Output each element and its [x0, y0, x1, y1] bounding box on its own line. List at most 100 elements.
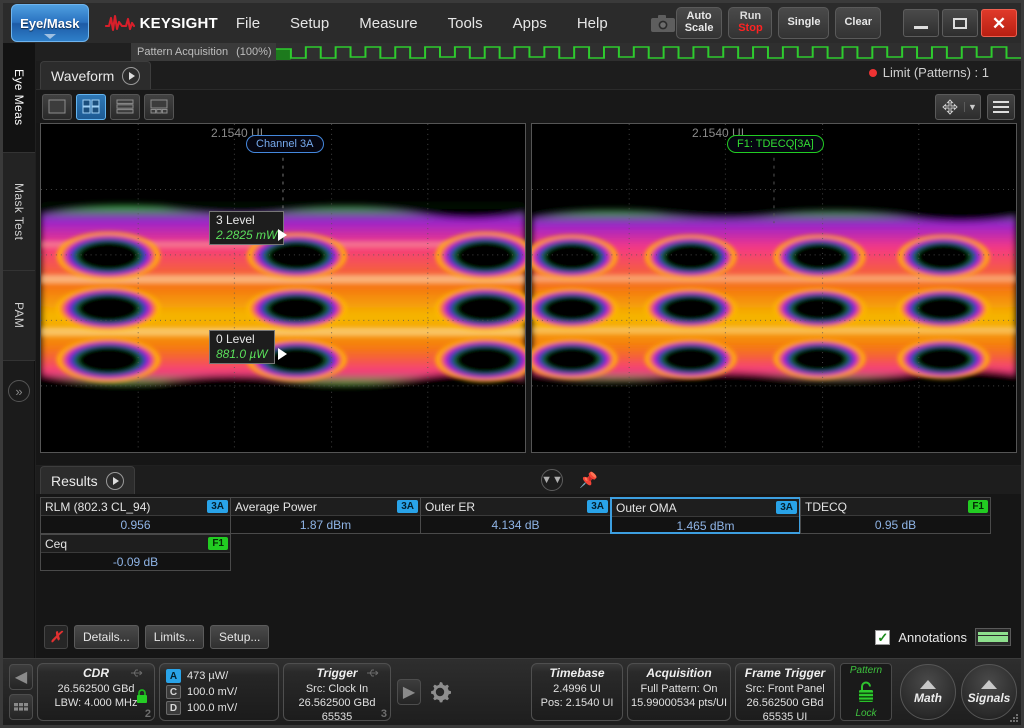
- menu-tools[interactable]: Tools: [436, 11, 495, 36]
- limits-button[interactable]: Limits...: [145, 625, 204, 649]
- measurement-tile-tdecq[interactable]: TDECQ F1 0.95 dB: [800, 497, 991, 534]
- menu-apps[interactable]: Apps: [501, 11, 559, 36]
- channel-row-d[interactable]: D 100.0 mV/: [166, 701, 278, 715]
- waveform-menu-button[interactable]: [987, 94, 1015, 120]
- channel-scales-box[interactable]: A 473 µW/ C 100.0 mV/ D 100.0 mV/: [159, 663, 279, 721]
- frame-trigger-source: Src: Front Panel: [745, 683, 824, 697]
- measurement-tile-average-power-label: Average Power: [235, 500, 317, 514]
- single-button[interactable]: Single: [778, 7, 829, 39]
- stop-label: Stop: [738, 23, 762, 35]
- trigger-status-box[interactable]: Trigger Src: Clock In 26.562500 GBd 6553…: [283, 663, 391, 721]
- channel-a-chip: A: [166, 669, 181, 683]
- sidebar-item-mask-test[interactable]: Mask Test: [3, 153, 35, 271]
- camera-icon: [650, 14, 676, 33]
- trigger-rate: 26.562500 GBd: [298, 697, 375, 711]
- menu-setup[interactable]: Setup: [278, 11, 341, 36]
- measurement-tile-average-power-header: Average Power 3A: [231, 498, 420, 516]
- timebase-scale: 2.4996 UI: [553, 683, 601, 697]
- channel-3a-eye-graph[interactable]: 2.1540 UI Channel 3A 3 Level 2.2825 mW 0…: [40, 123, 526, 453]
- timebase-status-box[interactable]: Timebase 2.4996 UI Pos: 2.1540 UI: [531, 663, 623, 721]
- grid-view-button[interactable]: [9, 694, 33, 720]
- measurement-tile-tdecq-header: TDECQ F1: [801, 498, 990, 516]
- pattern-lock-bottom-label: Lock: [855, 708, 876, 719]
- pattern-lock-indicator[interactable]: Pattern Lock: [840, 663, 892, 721]
- channel-3a-source-label[interactable]: Channel 3A: [246, 135, 324, 153]
- gear-icon: [427, 679, 453, 705]
- scroll-left-button[interactable]: ◀: [9, 664, 33, 690]
- sidebar-item-pam[interactable]: PAM: [3, 271, 35, 361]
- sidebar-item-eye-meas[interactable]: Eye Meas: [3, 43, 35, 153]
- pin-icon[interactable]: 📌: [579, 471, 598, 489]
- clear-label: Clear: [844, 17, 872, 29]
- math-knob-label: Math: [914, 691, 942, 705]
- screenshot-button[interactable]: [650, 10, 676, 36]
- collapse-results-button[interactable]: ▼▼: [541, 469, 563, 491]
- pattern-waveform-icon: [276, 43, 1021, 61]
- tdecq-source-label[interactable]: F1: TDECQ[3A]: [727, 135, 824, 153]
- level-0-marker[interactable]: 0 Level 881.0 µW: [209, 330, 275, 364]
- bottom-status-bar: ◀ CDR 26.562500 GBd LBW: 4.000 MHz 2: [3, 658, 1021, 725]
- minimize-button[interactable]: [903, 9, 939, 37]
- channel-row-c[interactable]: C 100.0 mV/: [166, 685, 278, 699]
- measurement-tile-ceq-value: -0.09 dB: [41, 553, 230, 570]
- annotations-style-button[interactable]: [975, 628, 1011, 646]
- math-knob-button[interactable]: Math: [900, 664, 956, 720]
- signals-knob-button[interactable]: Signals: [961, 664, 1017, 720]
- chevron-down-icon[interactable]: ▼: [964, 102, 980, 112]
- menu-help[interactable]: Help: [565, 11, 620, 36]
- menu-file[interactable]: File: [224, 11, 272, 36]
- sidebar-expand-button[interactable]: »: [3, 361, 35, 421]
- measurement-tile-ceq-header: Ceq F1: [41, 535, 230, 553]
- measurement-tile-outer-oma-label: Outer OMA: [616, 501, 677, 515]
- run-stop-button[interactable]: Run Stop: [728, 7, 772, 39]
- pattern-acquisition-label: Pattern Acquisition: [131, 46, 228, 58]
- results-footer: ✗ Details... Limits... Setup... ✓ Annota…: [36, 622, 1021, 652]
- eye-diagram-graphs: 2.1540 UI Channel 3A 3 Level 2.2825 mW 0…: [36, 123, 1021, 453]
- frame-trigger-status-box[interactable]: Frame Trigger Src: Front Panel 26.562500…: [735, 663, 835, 721]
- layout-single-button[interactable]: [42, 94, 72, 120]
- close-button[interactable]: ✕: [981, 9, 1017, 37]
- measurement-tile-outer-oma[interactable]: Outer OMA 3A 1.465 dBm: [610, 497, 801, 534]
- eye-mask-mode-button[interactable]: Eye/Mask: [11, 4, 89, 42]
- measurement-tile-ceq[interactable]: Ceq F1 -0.09 dB: [40, 534, 231, 571]
- channel-row-a[interactable]: A 473 µW/: [166, 669, 278, 683]
- level-3-marker[interactable]: 3 Level 2.2825 mW: [209, 211, 284, 245]
- scroll-right-button[interactable]: ▶: [397, 679, 421, 705]
- pan-mode-button[interactable]: ▼: [935, 94, 981, 120]
- measurement-tile-tdecq-value: 0.95 dB: [801, 516, 990, 533]
- details-button[interactable]: Details...: [74, 625, 139, 649]
- settings-button[interactable]: [426, 678, 454, 706]
- annotations-control: ✓ Annotations: [875, 628, 1021, 646]
- results-play-icon[interactable]: [106, 472, 124, 490]
- results-panel: Results ▼▼ 📌 RLM (802.3 CL_94) 3A 0.956: [36, 466, 1021, 658]
- tab-results[interactable]: Results: [40, 466, 135, 494]
- signals-knob-label: Signals: [968, 691, 1011, 705]
- timebase-title: Timebase: [532, 664, 622, 682]
- acquisition-body: Full Pattern: On 15.99000534 pts/UI: [628, 682, 730, 711]
- tab-waveform[interactable]: Waveform: [40, 61, 151, 89]
- waveform-play-icon[interactable]: [122, 67, 140, 85]
- measurement-tile-average-power[interactable]: Average Power 3A 1.87 dBm: [230, 497, 421, 534]
- limit-status-dot-icon: [869, 69, 877, 77]
- tdecq-f1-eye-graph[interactable]: 2.1540 UI F1: TDECQ[3A]: [531, 123, 1017, 453]
- auto-scale-button[interactable]: Auto Scale: [676, 7, 723, 39]
- annotation-stripe-icon: [978, 632, 1008, 635]
- maximize-button[interactable]: [942, 9, 978, 37]
- clear-button[interactable]: Clear: [835, 7, 881, 39]
- grid-icon: [14, 703, 28, 711]
- cdr-status-box[interactable]: CDR 26.562500 GBd LBW: 4.000 MHz 2: [37, 663, 155, 721]
- resize-grip-icon[interactable]: [1009, 713, 1019, 723]
- layout-quad-button[interactable]: [76, 94, 106, 120]
- layout-rows-button[interactable]: [110, 94, 140, 120]
- menu-measure[interactable]: Measure: [347, 11, 429, 36]
- clear-results-button[interactable]: ✗: [44, 625, 68, 649]
- measurement-tile-outer-er[interactable]: Outer ER 3A 4.134 dB: [420, 497, 611, 534]
- acquisition-status-box[interactable]: Acquisition Full Pattern: On 15.99000534…: [627, 663, 731, 721]
- layout-main-thumbs-button[interactable]: [144, 94, 174, 120]
- measurement-tile-rlm[interactable]: RLM (802.3 CL_94) 3A 0.956: [40, 497, 231, 534]
- annotations-checkbox[interactable]: ✓: [875, 630, 890, 645]
- setup-button[interactable]: Setup...: [210, 625, 269, 649]
- measurement-tile-ceq-badge: F1: [208, 537, 228, 550]
- measurement-tile-ceq-label: Ceq: [45, 537, 67, 551]
- signals-knob-arrow-icon: [981, 680, 997, 689]
